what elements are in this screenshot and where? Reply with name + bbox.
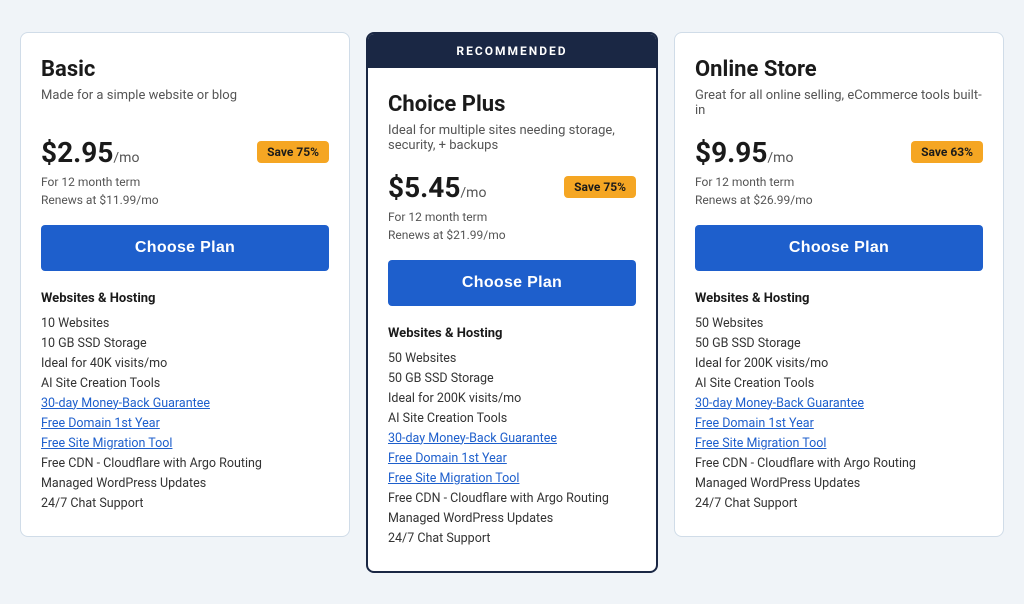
plans-container: Basic Made for a simple website or blog … xyxy=(20,32,1004,573)
feature-link-item: Free Site Migration Tool xyxy=(695,436,983,451)
feature-item: 10 Websites xyxy=(41,316,329,331)
plan-card-choice-plus: RECOMMENDED Choice Plus Ideal for multip… xyxy=(366,32,658,573)
feature-item: 24/7 Chat Support xyxy=(388,531,636,546)
plan-price: $2.95/mo xyxy=(41,136,139,169)
feature-item: AI Site Creation Tools xyxy=(388,411,636,426)
feature-link-item: Free Site Migration Tool xyxy=(388,471,636,486)
feature-item: Ideal for 200K visits/mo xyxy=(388,391,636,406)
recommended-badge: RECOMMENDED xyxy=(368,34,656,68)
price-row: $9.95/mo Save 63% xyxy=(695,136,983,169)
renewal-info: Renews at $26.99/mo xyxy=(695,193,983,207)
feature-link-item: 30-day Money-Back Guarantee xyxy=(388,431,636,446)
plan-description: Made for a simple website or blog xyxy=(41,88,329,120)
choose-plan-button[interactable]: Choose Plan xyxy=(388,260,636,306)
feature-item: Free CDN - Cloudflare with Argo Routing xyxy=(388,491,636,506)
feature-link[interactable]: Free Site Migration Tool xyxy=(388,471,519,486)
choose-plan-button[interactable]: Choose Plan xyxy=(695,225,983,271)
plan-price: $9.95/mo xyxy=(695,136,793,169)
price-period: /mo xyxy=(767,150,793,166)
plan-price: $5.45/mo xyxy=(388,171,486,204)
price-period: /mo xyxy=(113,150,139,166)
feature-link[interactable]: Free Site Migration Tool xyxy=(695,436,826,451)
feature-item: 50 GB SSD Storage xyxy=(388,371,636,386)
feature-item: AI Site Creation Tools xyxy=(695,376,983,391)
renewal-info: Renews at $21.99/mo xyxy=(388,228,636,242)
feature-link-item: Free Domain 1st Year xyxy=(695,416,983,431)
plan-name: Basic xyxy=(41,57,329,82)
feature-item: 50 Websites xyxy=(695,316,983,331)
feature-item: 24/7 Chat Support xyxy=(695,496,983,511)
plan-card-online-store: Online Store Great for all online sellin… xyxy=(674,32,1004,537)
feature-link[interactable]: Free Site Migration Tool xyxy=(41,436,172,451)
plan-name: Online Store xyxy=(695,57,983,82)
feature-item: Ideal for 200K visits/mo xyxy=(695,356,983,371)
feature-item: Ideal for 40K visits/mo xyxy=(41,356,329,371)
features-section-title: Websites & Hosting xyxy=(41,291,329,306)
features-section-title: Websites & Hosting xyxy=(695,291,983,306)
feature-item: Free CDN - Cloudflare with Argo Routing xyxy=(695,456,983,471)
save-badge: Save 75% xyxy=(564,176,636,198)
price-row: $2.95/mo Save 75% xyxy=(41,136,329,169)
feature-link[interactable]: Free Domain 1st Year xyxy=(41,416,160,431)
feature-link[interactable]: Free Domain 1st Year xyxy=(695,416,814,431)
save-badge: Save 75% xyxy=(257,141,329,163)
feature-item: Managed WordPress Updates xyxy=(41,476,329,491)
billing-info: For 12 month term xyxy=(388,210,636,224)
feature-item: Managed WordPress Updates xyxy=(695,476,983,491)
feature-item: 50 GB SSD Storage xyxy=(695,336,983,351)
feature-item: AI Site Creation Tools xyxy=(41,376,329,391)
feature-item: 10 GB SSD Storage xyxy=(41,336,329,351)
feature-link[interactable]: 30-day Money-Back Guarantee xyxy=(388,431,557,446)
price-row: $5.45/mo Save 75% xyxy=(388,171,636,204)
feature-item: Managed WordPress Updates xyxy=(388,511,636,526)
price-period: /mo xyxy=(460,185,486,201)
save-badge: Save 63% xyxy=(911,141,983,163)
feature-link[interactable]: Free Domain 1st Year xyxy=(388,451,507,466)
billing-info: For 12 month term xyxy=(695,175,983,189)
plan-description: Ideal for multiple sites needing storage… xyxy=(388,123,636,155)
features-section-title: Websites & Hosting xyxy=(388,326,636,341)
choose-plan-button[interactable]: Choose Plan xyxy=(41,225,329,271)
feature-item: Free CDN - Cloudflare with Argo Routing xyxy=(41,456,329,471)
feature-link[interactable]: 30-day Money-Back Guarantee xyxy=(695,396,864,411)
feature-link[interactable]: 30-day Money-Back Guarantee xyxy=(41,396,210,411)
plan-card-basic: Basic Made for a simple website or blog … xyxy=(20,32,350,537)
plan-description: Great for all online selling, eCommerce … xyxy=(695,88,983,120)
feature-link-item: 30-day Money-Back Guarantee xyxy=(41,396,329,411)
feature-link-item: 30-day Money-Back Guarantee xyxy=(695,396,983,411)
feature-item: 24/7 Chat Support xyxy=(41,496,329,511)
feature-link-item: Free Site Migration Tool xyxy=(41,436,329,451)
billing-info: For 12 month term xyxy=(41,175,329,189)
feature-link-item: Free Domain 1st Year xyxy=(41,416,329,431)
plan-name: Choice Plus xyxy=(388,92,636,117)
renewal-info: Renews at $11.99/mo xyxy=(41,193,329,207)
feature-link-item: Free Domain 1st Year xyxy=(388,451,636,466)
feature-item: 50 Websites xyxy=(388,351,636,366)
